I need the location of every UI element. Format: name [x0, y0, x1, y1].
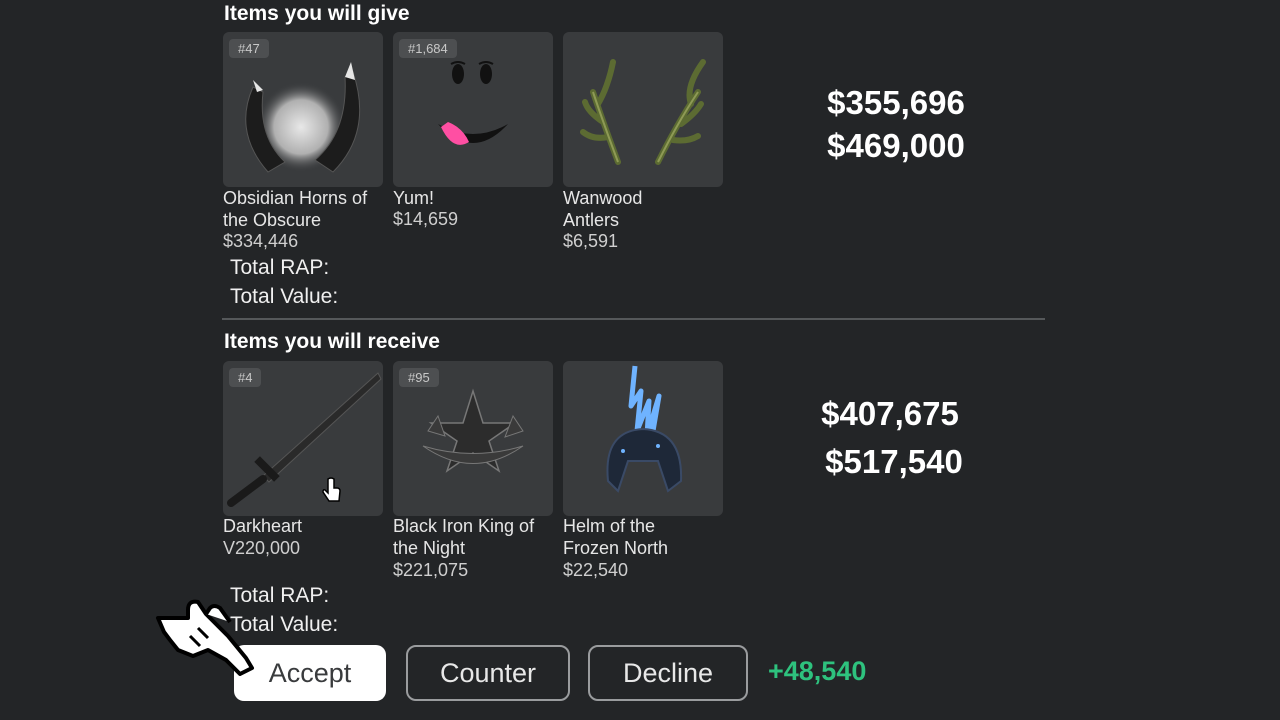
decline-button[interactable]: Decline: [588, 645, 748, 701]
receive-item-name[interactable]: Darkheart: [223, 515, 388, 537]
give-total-rap-label: Total RAP:: [230, 256, 330, 279]
give-total-value: $469,000: [827, 127, 965, 164]
receive-item-price: $221,075: [393, 560, 469, 580]
receive-item-price: $22,540: [563, 560, 629, 580]
receive-item-card[interactable]: #4: [223, 361, 383, 516]
pointing-hand-icon: [156, 599, 254, 676]
black-iron-crown-icon: [422, 388, 524, 473]
give-total-value-label: Total Value:: [230, 285, 339, 308]
receive-total-rap: $407,675: [821, 395, 959, 432]
receive-item-price: V220,000: [223, 538, 301, 558]
receive-item-card[interactable]: #95: [393, 361, 553, 516]
obsidian-horns-icon: [245, 62, 361, 173]
give-item-card[interactable]: #47: [223, 32, 383, 187]
darkheart-sword-icon: [227, 372, 382, 507]
give-total-rap: $355,696: [827, 84, 965, 121]
section-divider: [222, 318, 1045, 320]
give-item-card[interactable]: #1,684: [393, 32, 553, 187]
wanwood-antlers-icon: [580, 59, 706, 165]
give-section-title: Items you will give: [224, 2, 410, 25]
receive-item-card[interactable]: [563, 361, 723, 516]
pointer-cursor-icon: [322, 477, 341, 502]
give-item-price: $14,659: [393, 209, 459, 229]
receive-total-value: $517,540: [825, 443, 963, 480]
give-item-card[interactable]: [563, 32, 723, 187]
give-item-name[interactable]: Wanwood Antlers: [563, 187, 693, 231]
give-item-name[interactable]: Yum!: [393, 187, 558, 209]
value-gain: +48,540: [768, 656, 867, 686]
receive-item-name[interactable]: Helm of the Frozen North: [563, 515, 713, 559]
give-item-name[interactable]: Obsidian Horns of the Obscure: [223, 187, 388, 231]
give-item-price: $6,591: [563, 231, 619, 251]
receive-item-name[interactable]: Black Iron King of the Night: [393, 515, 558, 559]
frozen-helm-icon: [606, 365, 683, 493]
receive-section-title: Items you will receive: [224, 330, 440, 353]
yum-face-icon: [438, 61, 508, 145]
counter-button[interactable]: Counter: [406, 645, 570, 701]
give-item-price: $334,446: [223, 231, 299, 251]
